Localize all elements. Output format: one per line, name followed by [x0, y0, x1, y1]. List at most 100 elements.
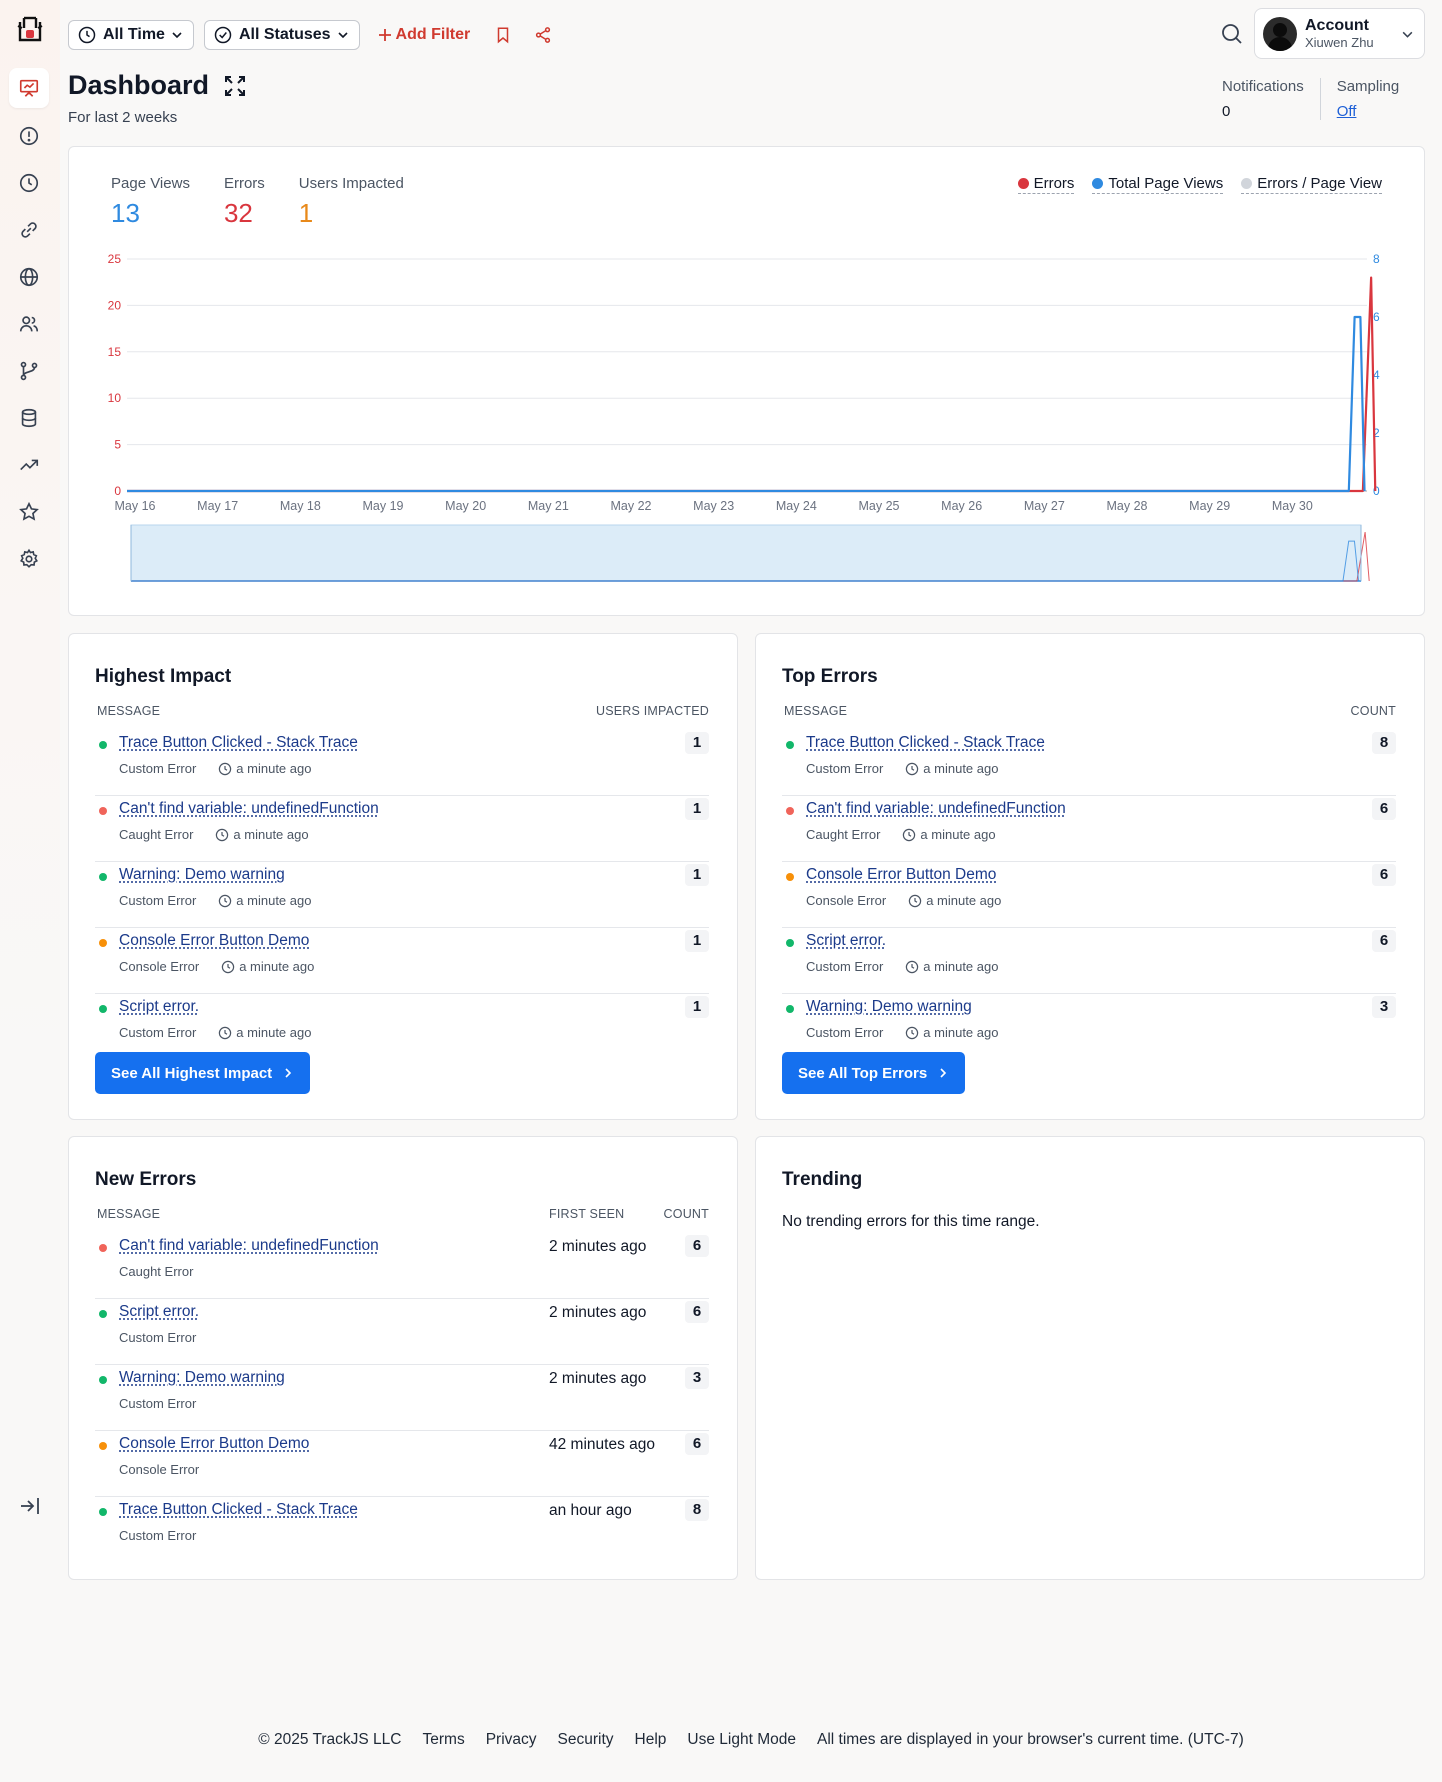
highest-impact-card: Highest Impact MESSAGE USERS IMPACTED Tr… — [68, 633, 738, 1120]
count-badge: 6 — [1372, 930, 1396, 952]
severity-dot — [786, 807, 794, 815]
error-message-link[interactable]: Warning: Demo warning — [119, 1369, 285, 1387]
y-tick-right: 6 — [1373, 310, 1380, 324]
error-meta: Caught Error — [119, 1264, 193, 1279]
error-meta: Custom Error a minute ago — [119, 761, 311, 776]
footer: © 2025 TrackJS LLC Terms Privacy Securit… — [0, 1731, 1442, 1749]
error-message-link[interactable]: Can't find variable: undefinedFunction — [806, 800, 1066, 818]
star-icon — [19, 501, 39, 521]
trackjs-logo-icon[interactable] — [14, 14, 46, 46]
last-seen-value: a minute ago — [236, 1025, 312, 1040]
footer-privacy-link[interactable]: Privacy — [486, 1731, 537, 1749]
share-icon — [536, 27, 551, 43]
sidebar-item-errors[interactable] — [9, 116, 49, 156]
error-message-link[interactable]: Warning: Demo warning — [806, 998, 972, 1016]
count-badge: 6 — [1372, 864, 1396, 886]
col-users-header: USERS IMPACTED — [596, 704, 709, 718]
error-meta: Custom Error a minute ago — [119, 1025, 311, 1040]
error-meta: Custom Error a minute ago — [806, 761, 998, 776]
account-menu[interactable]: Account Xiuwen Zhu — [1254, 8, 1425, 59]
sidebar-item-recent[interactable] — [9, 163, 49, 203]
sidebar-item-users[interactable] — [9, 304, 49, 344]
error-message-link[interactable]: Warning: Demo warning — [119, 866, 285, 884]
error-message-link[interactable]: Script error. — [806, 932, 886, 950]
bookmark-button[interactable] — [488, 20, 518, 50]
list-item: Warning: Demo warning Custom Error a minut… — [782, 994, 1396, 1060]
error-meta: Custom Error — [119, 1528, 196, 1543]
severity-dot — [99, 741, 107, 749]
see-all-top-errors-button[interactable]: See All Top Errors — [782, 1052, 966, 1094]
sidebar-item-versions[interactable] — [9, 351, 49, 391]
sidebar-item-urls[interactable] — [9, 210, 49, 250]
first-seen-value: an hour ago — [549, 1502, 632, 1519]
error-meta: Console Error — [119, 1462, 199, 1477]
panel-title: Highest Impact — [95, 666, 232, 687]
footer-help-link[interactable]: Help — [635, 1731, 667, 1749]
notifications-value: 0 — [1222, 103, 1231, 120]
last-seen-value: a minute ago — [920, 827, 996, 842]
sampling-link[interactable]: Off — [1337, 103, 1400, 120]
chevron-down-icon — [172, 32, 182, 39]
fullscreen-icon[interactable] — [223, 74, 247, 98]
clock-icon — [19, 173, 39, 193]
sidebar-item-settings[interactable] — [9, 539, 49, 579]
col-message-header: MESSAGE — [97, 704, 161, 718]
overview-chart-card: Page Views 13 Errors 32 Users Impacted 1… — [68, 146, 1425, 616]
check-circle-icon — [214, 26, 232, 44]
time-filter-dropdown[interactable]: All Time — [68, 20, 194, 50]
sidebar-item-trends[interactable] — [9, 445, 49, 485]
sidebar-item-browsers[interactable] — [9, 257, 49, 297]
see-all-highest-impact-button[interactable]: See All Highest Impact — [95, 1052, 311, 1094]
notifications-stat[interactable]: Notifications 0 — [1222, 78, 1320, 120]
trending-card: Trending No trending errors for this tim… — [755, 1136, 1425, 1580]
account-title: Account — [1305, 16, 1369, 34]
error-type: Custom Error — [119, 1528, 197, 1543]
error-message-link[interactable]: Can't find variable: undefinedFunction — [119, 1237, 379, 1255]
error-message-link[interactable]: Trace Button Clicked - Stack Trace — [119, 734, 358, 752]
trending-icon — [20, 459, 39, 471]
error-message-link[interactable]: Console Error Button Demo — [119, 1435, 309, 1453]
sidebar-item-favorites[interactable] — [9, 492, 49, 532]
severity-dot — [99, 873, 107, 881]
error-meta: Custom Error — [119, 1330, 196, 1345]
time-filter-label: All Time — [103, 26, 165, 43]
search-button[interactable] — [1216, 18, 1248, 50]
footer-terms-link[interactable]: Terms — [423, 1731, 465, 1749]
footer-light-mode-link[interactable]: Use Light Mode — [687, 1731, 796, 1749]
share-button[interactable] — [528, 20, 558, 50]
sampling-label: Sampling — [1336, 78, 1400, 95]
chevron-down-icon — [337, 32, 348, 39]
error-meta: Custom Error — [119, 1396, 196, 1411]
avatar — [1263, 16, 1297, 51]
status-filter-dropdown[interactable]: All Statuses — [203, 20, 360, 50]
y-tick-right: 0 — [1373, 484, 1380, 498]
clock-icon — [219, 1026, 232, 1039]
severity-dot — [786, 741, 794, 749]
add-filter-button[interactable]: Add Filter — [370, 26, 479, 44]
notifications-label: Notifications — [1222, 78, 1304, 95]
error-message-link[interactable]: Script error. — [119, 998, 199, 1016]
bookmark-icon — [497, 27, 509, 44]
error-message-link[interactable]: Trace Button Clicked - Stack Trace — [119, 1501, 358, 1519]
count-badge: 1 — [685, 732, 709, 754]
page-subtitle: For last 2 weeks — [68, 109, 178, 126]
error-type: Console Error — [806, 893, 887, 908]
sidebar-item-dashboard[interactable] — [9, 68, 49, 108]
top-errors-list: Trace Button Clicked - Stack Trace Custom… — [782, 730, 1396, 1060]
error-message-link[interactable]: Console Error Button Demo — [119, 932, 309, 950]
error-message-link[interactable]: Trace Button Clicked - Stack Trace — [806, 734, 1045, 752]
clock-icon — [219, 762, 232, 775]
last-seen: a minute ago — [218, 761, 311, 776]
x-tick-label: May 19 — [363, 499, 404, 513]
error-type: Console Error — [119, 959, 200, 974]
expand-sidebar-icon[interactable] — [18, 1494, 42, 1518]
error-message-link[interactable]: Can't find variable: undefinedFunction — [119, 800, 379, 818]
footer-security-link[interactable]: Security — [558, 1731, 614, 1749]
y-tick-left: 5 — [114, 438, 121, 452]
error-message-link[interactable]: Console Error Button Demo — [806, 866, 996, 884]
series-line — [127, 315, 1366, 493]
error-message-link[interactable]: Script error. — [119, 1303, 199, 1321]
sidebar-item-data[interactable] — [9, 398, 49, 438]
error-meta: Custom Error a minute ago — [806, 1025, 998, 1040]
severity-dot — [99, 807, 107, 815]
